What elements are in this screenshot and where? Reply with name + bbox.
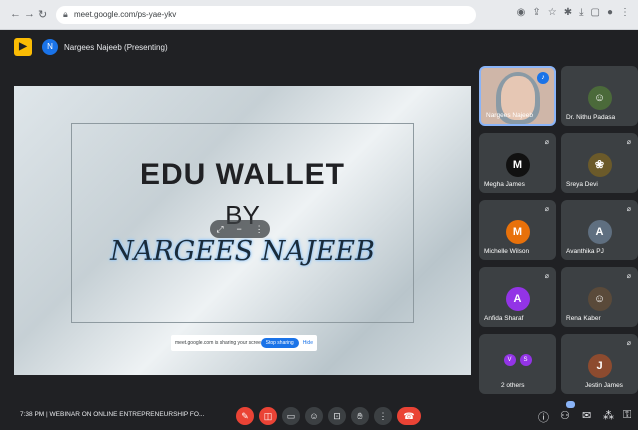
participant-avatar: M — [505, 153, 530, 177]
meeting-time: 7:38 PM — [20, 411, 45, 418]
participant-tile[interactable]: ⌀ A Anfida Sharaf — [479, 267, 556, 327]
mic-off-icon: ⌀ — [544, 273, 549, 280]
sidebar-icon[interactable]: ▢ — [591, 7, 600, 18]
participant-photo: ☺ — [587, 287, 612, 311]
slide-title: EDU WALLET — [140, 158, 345, 191]
mic-off-icon: ⌀ — [544, 206, 549, 213]
participant-name: Megha James — [484, 181, 525, 188]
participant-tile[interactable]: ⌀ ❀ Sreya Devi — [561, 133, 638, 193]
presentation-controls[interactable]: ⤢ − ⋮ — [210, 220, 270, 238]
zoom-out-icon[interactable]: − — [236, 224, 241, 234]
participant-tile[interactable]: V S 2 others — [479, 334, 556, 394]
captions-icon: ▭ — [286, 411, 296, 421]
participant-tile[interactable]: ⌀ ☺ Rena Kaber — [561, 267, 638, 327]
camera-toggle-button[interactable]: ◫ — [259, 407, 277, 425]
mic-off-icon: ⌀ — [626, 139, 631, 146]
speaking-icon: ♪ — [537, 72, 549, 84]
raise-hand-button[interactable]: ✋︎ — [351, 407, 369, 425]
presentation-stage: EDU WALLET BY NARGEES NAJEEB ⤢ − ⋮ meet.… — [14, 86, 471, 375]
participant-avatar: J — [587, 354, 612, 378]
hang-up-icon: ☎ — [403, 411, 415, 421]
participant-photo: ☺ — [587, 86, 612, 110]
meet-logo-icon: ▶ — [14, 38, 32, 56]
browser-extension-icons: ◉ ⇪ ☆ ✱ ⤓ ▢ ● ⋮ — [517, 7, 630, 18]
participant-name: Michelle Wilson — [484, 248, 530, 255]
mic-off-icon: ⌀ — [626, 273, 631, 280]
people-icon[interactable]: ⚇ — [560, 409, 570, 422]
back-arrow-icon[interactable]: ← — [10, 8, 21, 20]
more-vert-icon: ⋮ — [378, 411, 388, 421]
present-button[interactable]: ⊡ — [328, 407, 346, 425]
participant-name: Avanthika PJ — [566, 248, 604, 255]
participant-avatar: V — [503, 354, 516, 366]
lock-icon: 🔒︎ — [63, 9, 68, 19]
stop-sharing-button[interactable]: Stop sharing — [260, 338, 299, 348]
reactions-button[interactable]: ☺ — [305, 407, 323, 425]
hide-button[interactable]: Hide — [303, 340, 313, 346]
participant-name: Rena Kaber — [566, 315, 601, 322]
more-options-icon[interactable]: ⋮ — [255, 224, 264, 235]
mic-off-icon: ⌀ — [626, 340, 631, 347]
meeting-separator: | — [46, 411, 48, 418]
extension-icon[interactable]: ✱ — [564, 7, 572, 18]
present-screen-icon: ⊡ — [333, 411, 341, 421]
download-icon[interactable]: ⤓ — [579, 7, 583, 18]
participant-avatar: A — [587, 220, 612, 244]
mic-off-icon: ⌀ — [544, 139, 549, 146]
browser-toolbar: ← → ↻ 🔒︎ meet.google.com/ps-yae-ykv ◉ ⇪ … — [0, 0, 638, 30]
mic-toggle-button[interactable]: ✎ — [236, 407, 254, 425]
participant-avatar: A — [505, 287, 530, 311]
activities-icon[interactable]: ⁂ — [603, 409, 614, 422]
bookmark-star-icon[interactable]: ☆ — [548, 7, 557, 18]
more-options-button[interactable]: ⋮ — [374, 407, 392, 425]
share-status-text: meet.google.com is sharing your screen — [175, 340, 261, 346]
presenter-avatar-icon: N — [42, 39, 58, 55]
leave-call-button[interactable]: ☎ — [397, 407, 421, 425]
host-controls-icon[interactable]: ⚿ — [623, 409, 631, 422]
camera-off-icon: ◫ — [263, 411, 273, 421]
participant-tile[interactable]: ☺ Dr. Nithu Padasa — [561, 66, 638, 126]
participant-name: Jestin James — [585, 382, 623, 389]
presenting-chip[interactable]: N Nargees Najeeb (Presenting) — [42, 38, 168, 56]
forward-arrow-icon[interactable]: → — [24, 8, 35, 20]
url-text: meet.google.com/ps-yae-ykv — [74, 10, 177, 19]
slide-author: NARGEES NAJEEB — [110, 236, 375, 267]
participant-tile[interactable]: ♪ Nargees Najeeb — [479, 66, 556, 126]
mic-off-icon: ✎ — [241, 411, 249, 421]
participant-name: Sreya Devi — [566, 181, 598, 188]
meeting-title: WEBINAR ON ONLINE ENTREPRENEURSHIP FO... — [49, 411, 205, 418]
emoji-icon: ☺ — [309, 411, 319, 421]
hand-icon: ✋︎ — [357, 411, 363, 421]
profile-avatar-icon[interactable]: ● — [607, 7, 613, 18]
zoom-in-icon[interactable]: ⤢ — [216, 224, 223, 235]
participant-count-badge — [566, 401, 575, 408]
participant-name: Anfida Sharaf — [484, 315, 524, 322]
participant-photo: ❀ — [587, 153, 612, 177]
participant-avatar: S — [519, 354, 532, 366]
others-avatars: V S — [503, 354, 532, 366]
captions-button[interactable]: ▭ — [282, 407, 300, 425]
participant-name: 2 others — [501, 382, 525, 389]
share-icon[interactable]: ⇪ — [532, 7, 540, 18]
reload-icon[interactable]: ↻ — [38, 8, 47, 21]
browser-menu-icon[interactable]: ⋮ — [620, 7, 630, 18]
meeting-info: 7:38 PM | WEBINAR ON ONLINE ENTREPRENEUR… — [20, 411, 204, 418]
participant-tile[interactable]: ⌀ A Avanthika PJ — [561, 200, 638, 260]
presenting-label: Nargees Najeeb (Presenting) — [64, 42, 168, 52]
chat-icon[interactable]: ✉ — [582, 409, 591, 422]
address-bar[interactable]: 🔒︎ meet.google.com/ps-yae-ykv — [56, 6, 476, 24]
participant-tile[interactable]: ⌀ M Michelle Wilson — [479, 200, 556, 260]
info-icon[interactable]: ⓘ — [538, 409, 549, 425]
participant-avatar: M — [505, 220, 530, 244]
participant-name: Dr. Nithu Padasa — [566, 114, 616, 121]
camera-permission-icon[interactable]: ◉ — [517, 7, 526, 18]
screen-share-bar: meet.google.com is sharing your screen S… — [171, 335, 317, 351]
mic-off-icon: ⌀ — [626, 206, 631, 213]
participant-tile[interactable]: ⌀ J Jestin James — [561, 334, 638, 394]
participant-tile[interactable]: ⌀ M Megha James — [479, 133, 556, 193]
participant-name: Nargees Najeeb — [486, 112, 533, 119]
